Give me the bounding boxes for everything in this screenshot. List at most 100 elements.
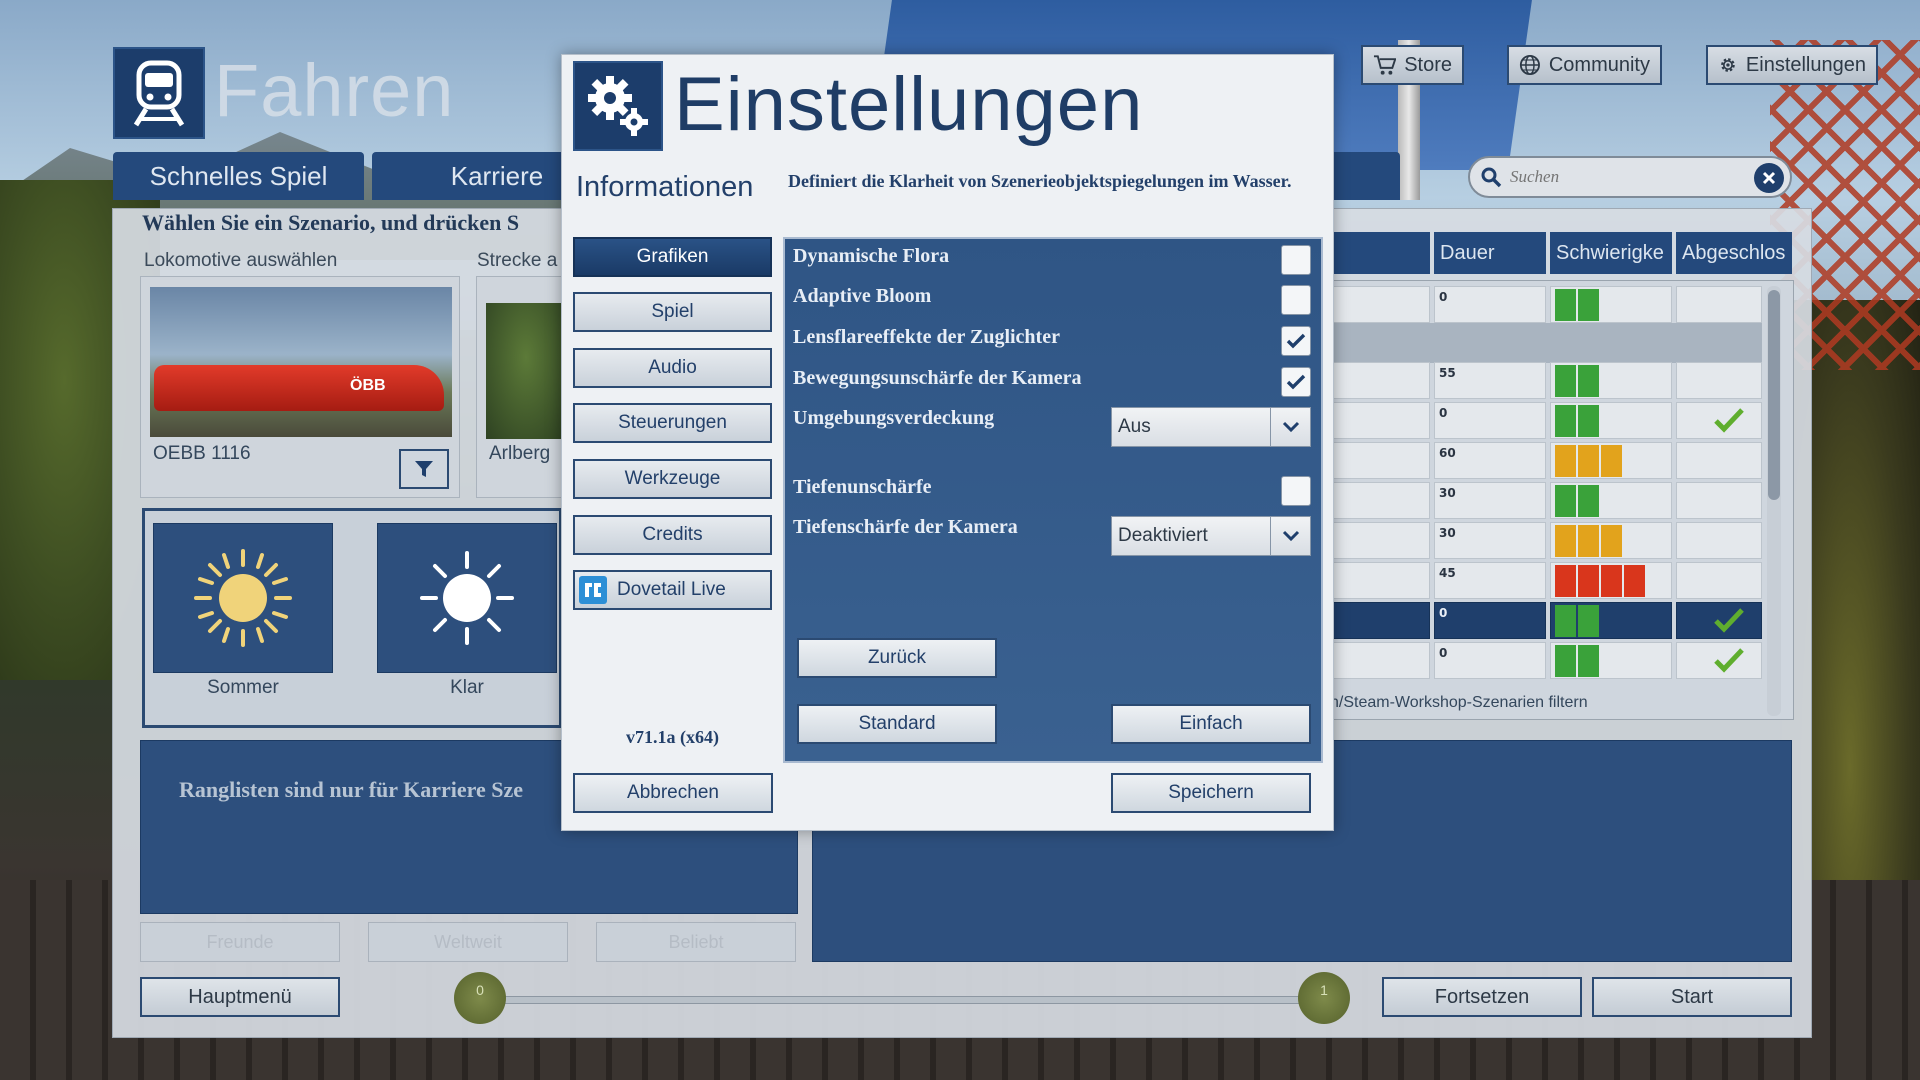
search-icon [1481,167,1502,188]
difficulty-segment [1555,565,1576,597]
save-button[interactable]: Speichern [1111,773,1311,813]
time-slider-track[interactable] [480,996,1300,1004]
difficulty-cell [1550,642,1672,679]
filter-button[interactable] [399,449,449,489]
time-slider-max-knob[interactable]: 1 [1298,972,1350,1024]
workshop-filter-note[interactable]: n/Steam-Workshop-Szenarien filtern [1330,694,1760,712]
option-lensflare-checkbox[interactable] [1281,326,1311,356]
loco-card[interactable]: ÖBB OEBB 1116 [140,276,460,498]
difficulty-segment [1578,605,1599,637]
weather-summer-tile[interactable] [153,523,333,673]
tab-quick-play[interactable]: Schnelles Spiel [113,152,364,200]
simple-button[interactable]: Einfach [1111,704,1311,744]
table-row[interactable]: 0 [1330,642,1762,679]
table-row[interactable]: 30 [1330,522,1762,559]
difficulty-segment [1555,645,1576,677]
table-row[interactable]: 0 [1330,286,1762,323]
nav-credits[interactable]: Credits [573,515,772,555]
nav-audio[interactable]: Audio [573,348,772,388]
difficulty-cell [1550,562,1672,599]
table-row[interactable]: 45 [1330,562,1762,599]
option-dynamic-flora-label: Dynamische Flora [793,245,950,267]
difficulty-bar [1555,605,1599,637]
option-description: Definiert die Klarheit von Szenerieobjek… [788,171,1292,191]
option-camera-dof-label: Tiefenschärfe der Kamera [793,516,1018,538]
dialog-icon [573,61,663,151]
nav-graphics[interactable]: Grafiken [573,237,772,277]
leaderboard-global-button[interactable]: Weltweit [368,922,568,962]
difficulty-segment [1601,445,1622,477]
table-header-name[interactable] [1330,232,1430,274]
checkmark-icon [1286,333,1306,349]
difficulty-segment [1601,525,1622,557]
option-dynamic-flora-checkbox[interactable] [1281,245,1311,275]
nav-controls[interactable]: Steuerungen [573,403,772,443]
completed-cell [1676,642,1762,679]
completed-cell [1676,522,1762,559]
duration-cell: 45 [1434,562,1546,599]
main-menu-button[interactable]: Hauptmenü [140,977,340,1017]
continue-button[interactable]: Fortsetzen [1382,977,1582,1017]
table-row[interactable]: 60 [1330,442,1762,479]
store-button[interactable]: Store [1361,45,1464,85]
camera-dof-value: Deaktiviert [1118,525,1208,546]
nav-dovetail-live-label: Dovetail Live [617,579,726,600]
table-header-difficulty[interactable]: Schwierigke [1550,232,1672,274]
difficulty-bar [1555,565,1645,597]
start-button[interactable]: Start [1592,977,1792,1017]
back-button[interactable]: Zurück [797,638,997,678]
difficulty-segment [1555,445,1576,477]
sun-icon [194,549,292,647]
nav-tools[interactable]: Werkzeuge [573,459,772,499]
table-scrollbar-thumb[interactable] [1768,290,1780,500]
completed-cell [1676,562,1762,599]
cancel-button[interactable]: Abbrechen [573,773,773,813]
table-row[interactable]: 30 [1330,482,1762,519]
table-row[interactable]: 55 [1330,362,1762,399]
nav-game[interactable]: Spiel [573,292,772,332]
difficulty-segment [1555,485,1576,517]
leaderboard-message: Ranglisten sind nur für Karriere Sze [179,777,524,802]
app-title: Fahren [214,49,455,132]
option-motion-blur-checkbox[interactable] [1281,367,1311,397]
difficulty-segment [1601,565,1622,597]
main-heading: Wählen Sie ein Szenario, und drücken S [142,210,520,235]
leaderboard-popular-button[interactable]: Beliebt [596,922,796,962]
default-button[interactable]: Standard [797,704,997,744]
info-heading: Informationen [576,171,754,203]
search-clear-button[interactable] [1754,163,1784,193]
option-ambient-occlusion-select[interactable]: Aus [1111,407,1311,447]
difficulty-segment [1578,405,1599,437]
table-row[interactable]: 0 [1330,602,1762,639]
route-name: Arlberg [489,443,551,464]
table-header-completed[interactable]: Abgeschlos [1676,232,1792,274]
search-input[interactable] [1510,167,1750,187]
difficulty-segment [1578,525,1599,557]
difficulty-segment [1624,565,1645,597]
globe-icon [1519,54,1540,76]
option-camera-dof-select[interactable]: Deaktiviert [1111,516,1311,556]
table-group-row[interactable] [1330,323,1762,363]
table-row[interactable]: 0 [1330,402,1762,439]
completed-check-icon [1714,648,1744,673]
route-card[interactable]: Arlberg [476,276,566,498]
loco-image: ÖBB [150,287,452,437]
option-motion-blur-label: Bewegungsunschärfe der Kamera [793,367,1082,389]
difficulty-cell [1550,442,1672,479]
route-image [486,303,565,439]
community-button[interactable]: Community [1507,45,1662,85]
option-adaptive-bloom-checkbox[interactable] [1281,285,1311,315]
option-depth-of-field-checkbox[interactable] [1281,476,1311,506]
table-header-duration[interactable]: Dauer [1434,232,1546,274]
ambient-occlusion-dropdown-arrow[interactable] [1270,408,1310,446]
leaderboard-friends-button[interactable]: Freunde [140,922,340,962]
time-slider-min-knob[interactable]: 0 [454,972,506,1024]
camera-dof-dropdown-arrow[interactable] [1270,517,1310,555]
loco-section-label: Lokomotive auswählen [144,250,338,271]
weather-clear-tile[interactable] [377,523,557,673]
filter-icon [415,461,433,477]
duration-cell: 0 [1434,402,1546,439]
nav-dovetail-live[interactable]: Dovetail Live [573,570,772,610]
settings-button[interactable]: Einstellungen [1706,45,1878,85]
settings-dialog: Einstellungen Informationen Definiert di… [561,54,1334,831]
